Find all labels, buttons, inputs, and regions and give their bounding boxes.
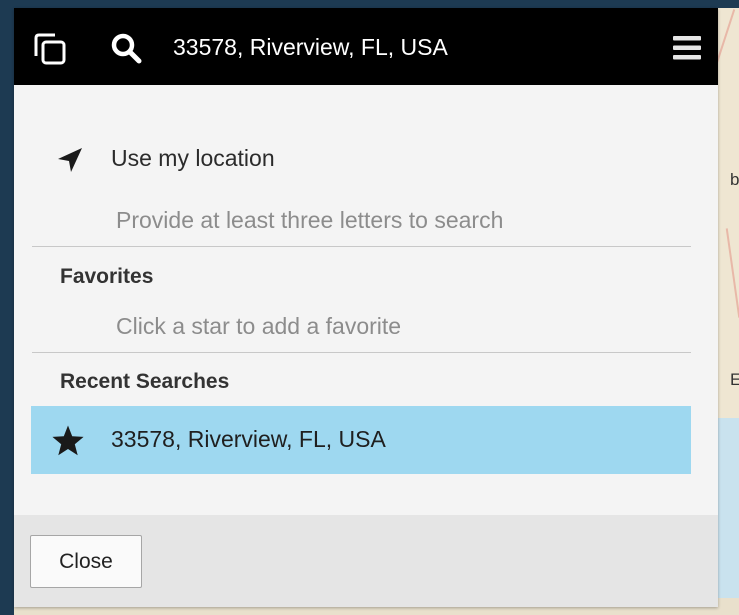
map-water (718, 418, 739, 613)
layers-icon[interactable] (33, 32, 67, 66)
app-frame: b E 33578, Riverview, FL, USA Use my loc… (0, 0, 739, 615)
star-icon[interactable] (51, 424, 85, 458)
search-hint-text: Provide at least three letters to search (116, 207, 504, 233)
map-background[interactable]: b E (718, 8, 739, 613)
map-road (718, 9, 736, 67)
recent-search-item[interactable]: 33578, Riverview, FL, USA (31, 406, 691, 474)
divider (32, 246, 691, 247)
map-label: b (730, 170, 739, 189)
search-panel: 33578, Riverview, FL, USA Use my locatio… (14, 8, 718, 607)
map-label: E (730, 370, 739, 389)
favorites-heading: Favorites (60, 265, 154, 288)
panel-footer: Close (14, 515, 718, 607)
search-toolbar: 33578, Riverview, FL, USA (14, 8, 718, 85)
recent-search-label: 33578, Riverview, FL, USA (111, 426, 386, 452)
close-button[interactable]: Close (30, 535, 142, 588)
use-my-location-label: Use my location (111, 145, 275, 171)
map-road (725, 228, 739, 318)
divider (32, 352, 691, 353)
hamburger-menu-icon[interactable] (673, 35, 701, 61)
location-arrow-icon (55, 145, 85, 175)
search-input[interactable]: 33578, Riverview, FL, USA (173, 34, 448, 61)
recent-searches-heading: Recent Searches (60, 370, 230, 393)
search-icon[interactable] (110, 32, 142, 64)
favorites-hint-text: Click a star to add a favorite (116, 313, 402, 339)
